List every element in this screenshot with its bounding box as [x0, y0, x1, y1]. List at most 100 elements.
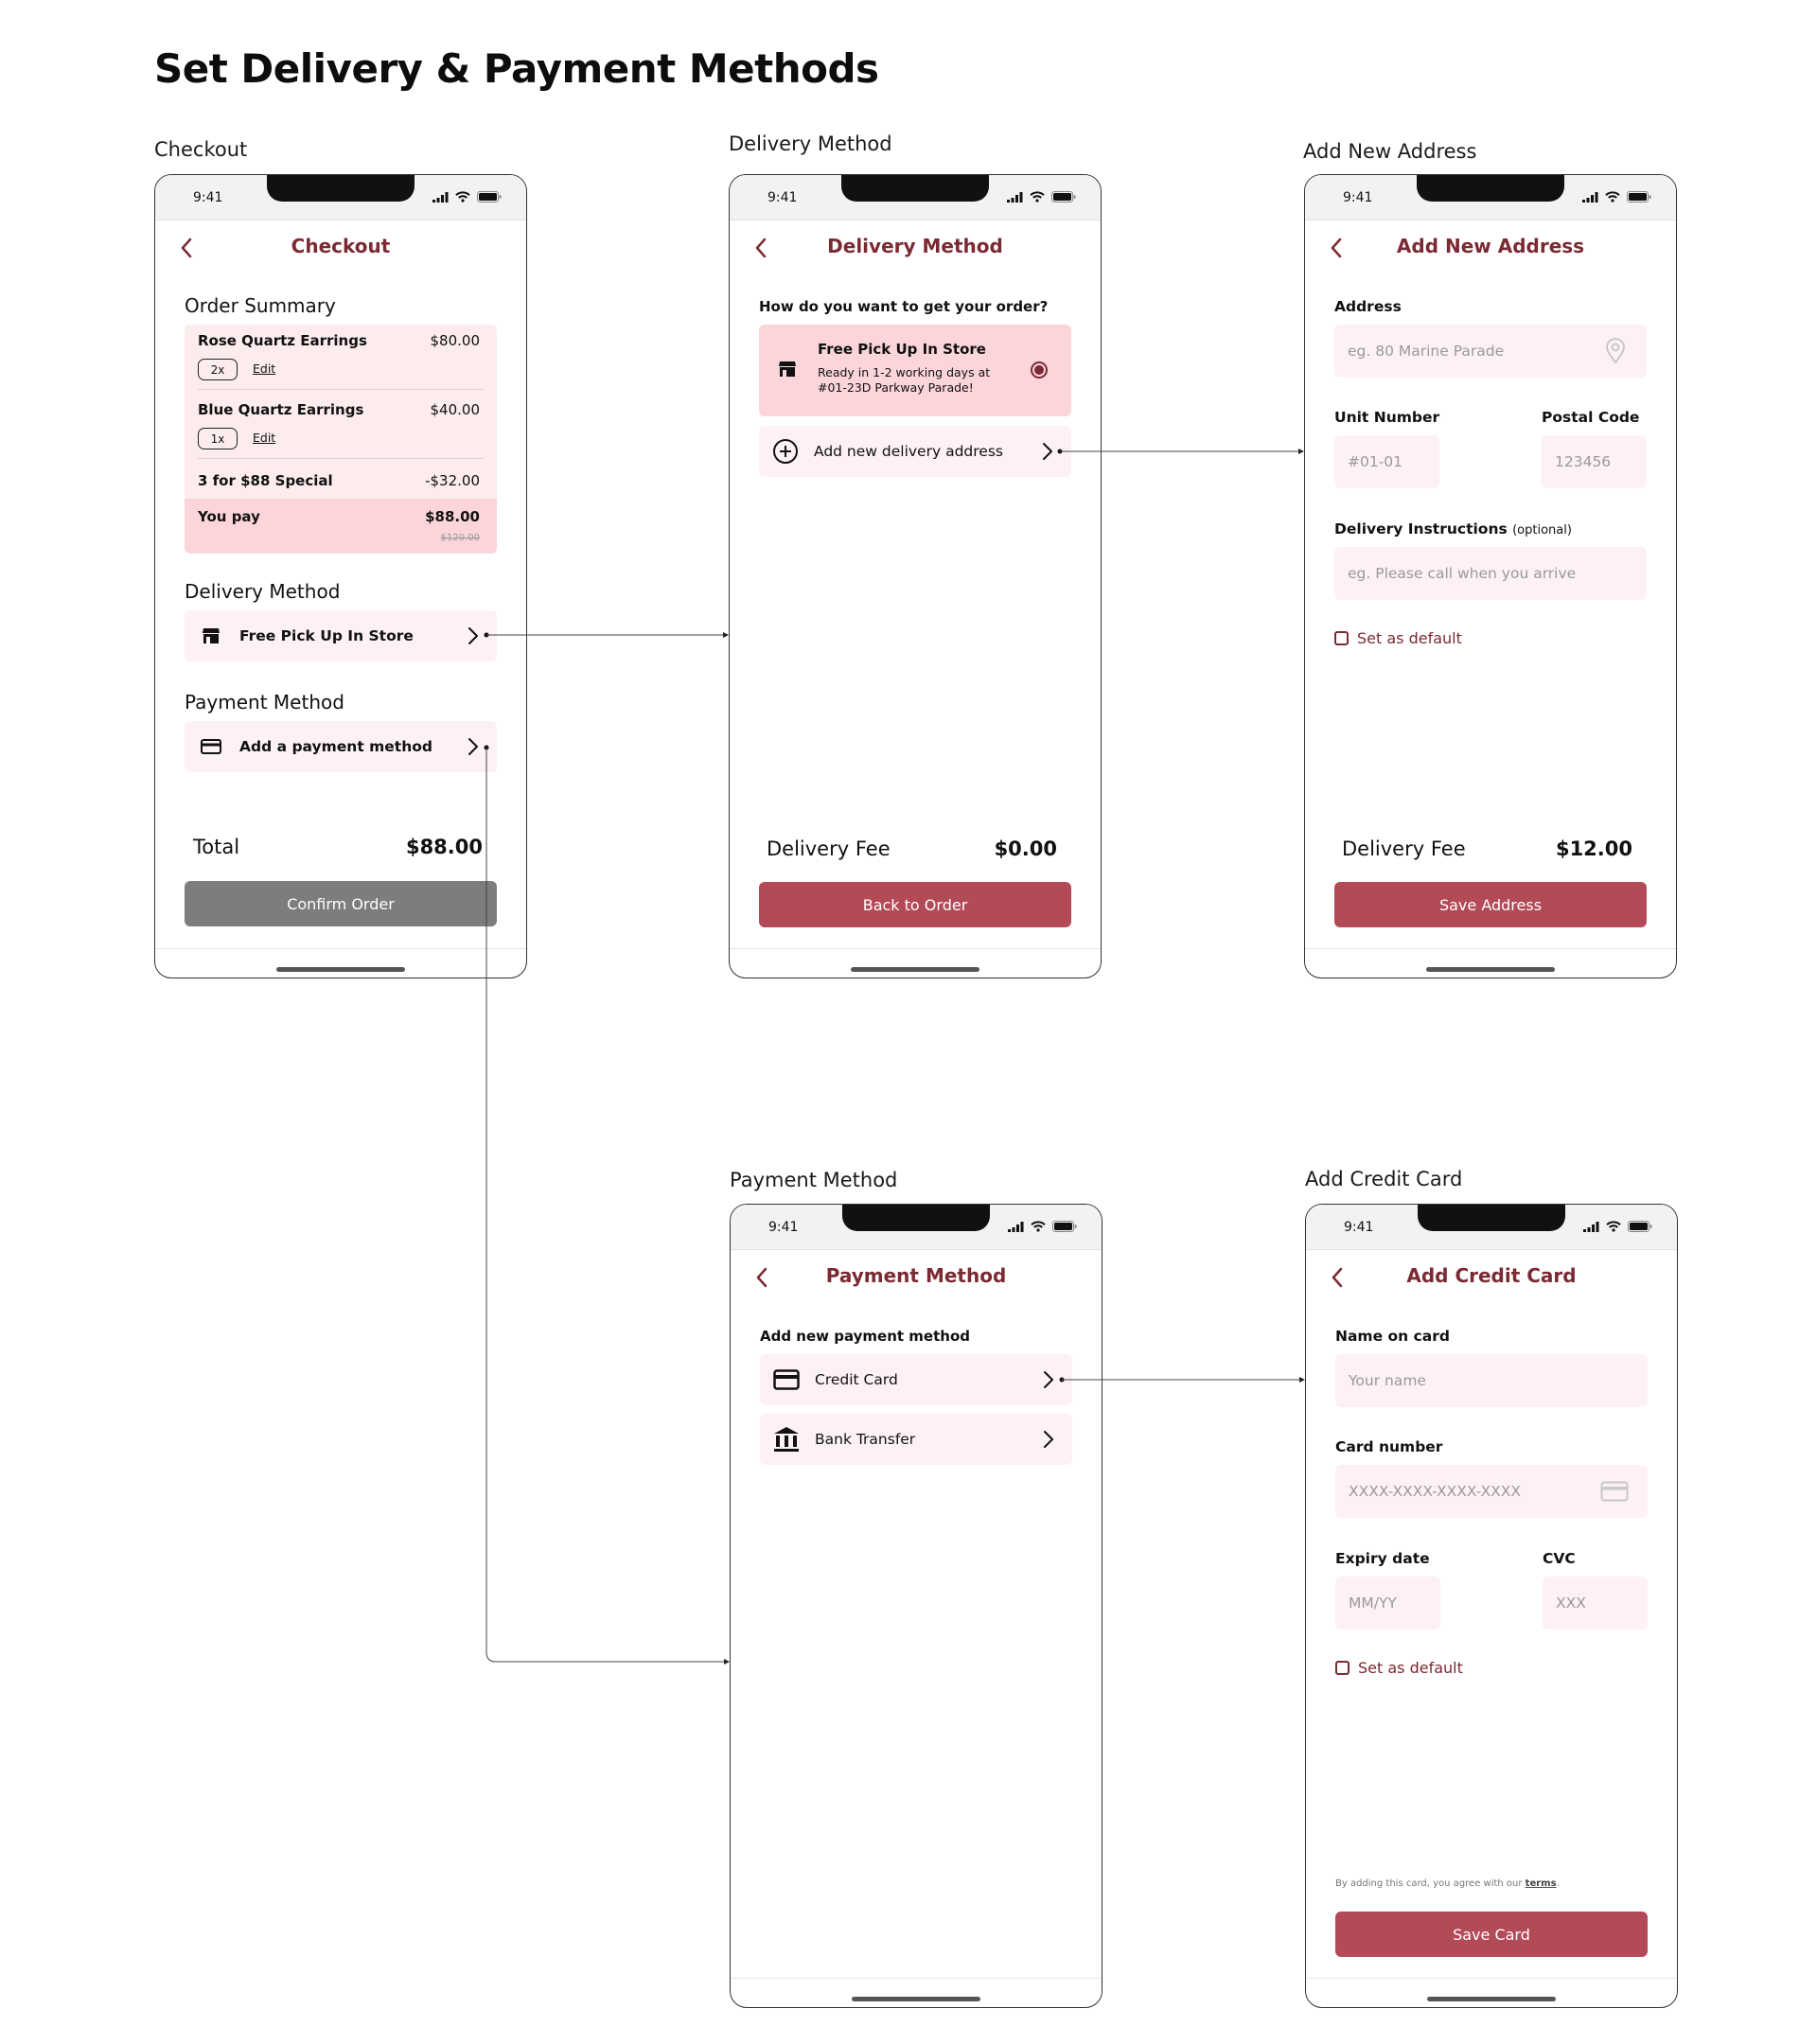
terms-link[interactable]: terms — [1526, 1878, 1557, 1889]
signal-icon — [1583, 1221, 1599, 1232]
status-time: 9:41 — [1343, 190, 1373, 205]
delivery-method-heading: Delivery Method — [185, 580, 341, 603]
payment-method-value: Add a payment method — [239, 738, 432, 755]
signal-icon — [1007, 191, 1023, 203]
credit-card-option[interactable]: Credit Card — [760, 1354, 1072, 1405]
payment-method-heading: Payment Method — [185, 691, 344, 714]
item-price: $80.00 — [430, 332, 481, 349]
delivery-fee-value: $12.00 — [1555, 837, 1632, 860]
pickup-option[interactable]: Free Pick Up In Store Ready in 1-2 worki… — [759, 325, 1071, 416]
quantity-badge: 2x — [198, 359, 238, 380]
divider — [730, 948, 1101, 949]
edit-link[interactable]: Edit — [253, 361, 275, 376]
expiry-date-label: Expiry date — [1335, 1550, 1430, 1567]
back-to-order-button[interactable]: Back to Order — [759, 882, 1071, 927]
bank-transfer-option[interactable]: Bank Transfer — [760, 1414, 1072, 1465]
pickup-desc: Ready in 1-2 working days at — [818, 365, 991, 379]
status-bar: 9:41 — [730, 175, 1101, 220]
divider — [155, 948, 526, 949]
terms-notice: By adding this card, you agree with our … — [1335, 1878, 1560, 1889]
screen-title: Payment Method — [825, 1264, 1007, 1287]
home-indicator — [852, 1997, 980, 2001]
frame-label-address: Add New Address — [1303, 140, 1477, 163]
save-address-button[interactable]: Save Address — [1334, 882, 1647, 927]
credit-card-label: Credit Card — [815, 1371, 898, 1388]
address-input[interactable]: eg. 80 Marine Parade — [1334, 325, 1647, 378]
expiry-date-input[interactable]: MM/YY — [1335, 1577, 1440, 1630]
credit-card-icon — [1600, 1481, 1629, 1502]
wifi-icon — [1030, 191, 1045, 203]
total-label: Total — [193, 836, 240, 858]
delivery-fee-row: Delivery Fee $0.00 — [767, 837, 1057, 860]
quantity-badge: 1x — [198, 428, 238, 449]
delivery-fee-value: $0.00 — [994, 837, 1057, 860]
home-indicator — [1426, 967, 1555, 972]
save-card-button[interactable]: Save Card — [1335, 1912, 1648, 1957]
wifi-icon — [1606, 1221, 1621, 1232]
delivery-question: How do you want to get your order? — [759, 298, 1049, 315]
signal-icon — [1582, 191, 1598, 203]
notch — [1418, 1205, 1565, 1231]
promo-amount: -$32.00 — [425, 472, 480, 489]
frame-label-checkout: Checkout — [154, 138, 248, 161]
payment-method-row[interactable]: Add a payment method — [185, 721, 497, 772]
status-time: 9:41 — [1344, 1220, 1374, 1235]
signal-icon — [432, 191, 449, 203]
cvc-label: CVC — [1543, 1550, 1576, 1567]
delivery-method-screen: 9:41 Delivery Method How do you want to … — [729, 174, 1102, 978]
screen-title: Checkout — [291, 235, 391, 257]
delivery-fee-label: Delivery Fee — [767, 837, 891, 860]
confirm-order-button[interactable]: Confirm Order — [185, 881, 497, 926]
battery-icon — [1052, 1221, 1077, 1232]
postal-code-label: Postal Code — [1542, 409, 1640, 426]
battery-icon — [1627, 191, 1651, 203]
item-price: $40.00 — [430, 401, 481, 418]
card-number-placeholder: XXXX-XXXX-XXXX-XXXX — [1349, 1483, 1522, 1500]
notch — [267, 175, 415, 202]
status-bar: 9:41 — [155, 175, 526, 220]
wifi-icon — [1031, 1221, 1046, 1232]
delivery-fee-row: Delivery Fee $12.00 — [1342, 837, 1632, 860]
home-indicator — [851, 967, 979, 972]
store-icon — [779, 361, 796, 377]
order-summary-card: Rose Quartz Earrings $80.00 2x Edit Blue… — [185, 325, 497, 554]
credit-card-icon — [201, 739, 221, 754]
location-pin-icon — [1605, 338, 1626, 364]
divider — [1305, 948, 1676, 949]
checkbox-icon — [1335, 1661, 1350, 1675]
signal-icon — [1008, 1221, 1024, 1232]
postal-code-input[interactable]: 123456 — [1542, 435, 1647, 488]
status-time: 9:41 — [768, 1220, 799, 1235]
chevron-right-icon — [1044, 1371, 1053, 1388]
frame-label-payment: Payment Method — [730, 1169, 898, 1191]
postal-placeholder: 123456 — [1555, 453, 1612, 470]
unit-number-input[interactable]: #01-01 — [1334, 435, 1439, 488]
add-delivery-address-row[interactable]: Add new delivery address — [759, 426, 1071, 477]
promo-row: 3 for $88 Special -$32.00 — [198, 472, 480, 495]
card-number-input[interactable]: XXXX-XXXX-XXXX-XXXX — [1335, 1465, 1648, 1518]
unit-number-label: Unit Number — [1334, 409, 1440, 426]
status-time: 9:41 — [193, 190, 223, 205]
name-on-card-label: Name on card — [1335, 1328, 1450, 1345]
name-placeholder: Your name — [1349, 1372, 1426, 1389]
status-bar: 9:41 — [1305, 175, 1676, 220]
instructions-label: Delivery Instructions (optional) — [1334, 520, 1572, 537]
set-default-checkbox[interactable]: Set as default — [1334, 629, 1462, 647]
edit-link[interactable]: Edit — [253, 431, 275, 445]
battery-icon — [1628, 1221, 1652, 1232]
divider — [1306, 1978, 1677, 1979]
order-item: Rose Quartz Earrings $80.00 2x Edit — [198, 332, 480, 389]
delivery-method-row[interactable]: Free Pick Up In Store — [185, 610, 497, 661]
cvc-input[interactable]: XXX — [1543, 1577, 1648, 1630]
optional-tag: (optional) — [1512, 523, 1572, 537]
instructions-input[interactable]: eg. Please call when you arrive — [1334, 547, 1647, 600]
radio-selected-icon[interactable] — [1030, 361, 1049, 379]
add-credit-card-screen: 9:41 Add Credit Card Name on card Your n… — [1305, 1204, 1678, 2008]
expiry-placeholder: MM/YY — [1349, 1595, 1397, 1612]
set-default-checkbox[interactable]: Set as default — [1335, 1659, 1463, 1677]
you-pay-amount: $88.00 — [425, 508, 480, 525]
notch — [841, 175, 989, 202]
name-on-card-input[interactable]: Your name — [1335, 1354, 1648, 1407]
delivery-fee-label: Delivery Fee — [1342, 837, 1466, 860]
you-pay-label: You pay — [198, 508, 260, 525]
